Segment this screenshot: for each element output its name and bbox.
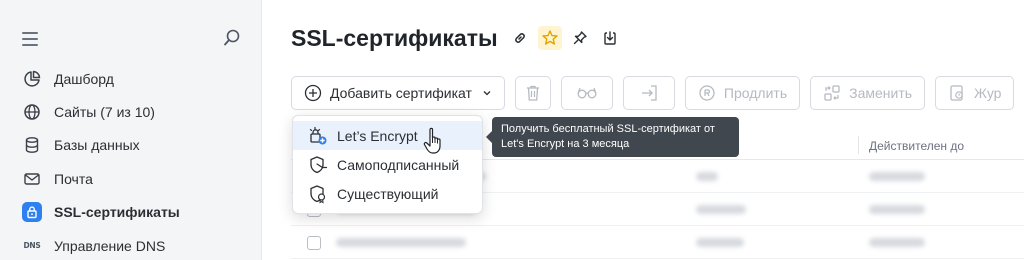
delete-button[interactable] xyxy=(514,76,551,110)
chevron-down-icon xyxy=(482,88,492,98)
sidebar-item-dns[interactable]: DNS Управление DNS xyxy=(16,229,252,260)
blurred-owner xyxy=(696,238,744,247)
journal-label: Жур xyxy=(974,85,1002,101)
search-icon[interactable] xyxy=(222,28,242,48)
add-certificate-button[interactable]: Добавить сертификат xyxy=(291,76,505,110)
sidebar-item-dashboard[interactable]: Дашборд xyxy=(16,62,252,95)
dns-icon: DNS xyxy=(22,236,42,256)
dashboard-icon xyxy=(22,69,42,89)
menu-item-lets-encrypt[interactable]: Let’s Encrypt xyxy=(293,121,482,150)
blurred-domain xyxy=(336,238,466,247)
add-certificate-label: Добавить сертификат xyxy=(330,85,472,101)
blurred-date xyxy=(869,238,925,247)
menu-item-self-signed[interactable]: Самоподписанный xyxy=(293,150,482,179)
renew-label: Продлить xyxy=(723,85,788,101)
column-separator xyxy=(858,136,859,154)
page-title: SSL-сертификаты xyxy=(291,25,498,51)
row-checkbox[interactable] xyxy=(307,236,321,250)
journal-button[interactable]: Жур xyxy=(935,76,1015,110)
add-certificate-menu: Let’s Encrypt Самоподписанный Существующ… xyxy=(292,115,483,214)
favorite-star-icon[interactable] xyxy=(538,26,562,50)
replace-icon xyxy=(823,84,841,102)
database-icon xyxy=(22,135,42,155)
menu-icon[interactable] xyxy=(22,32,38,46)
hand-pointer-cursor-icon xyxy=(422,126,446,156)
toolbar: Добавить сертификат Продлить Заменить Жу… xyxy=(291,76,1015,110)
sidebar-item-label: SSL-сертификаты xyxy=(54,204,180,221)
sidebar-item-ssl[interactable]: SSL-сертификаты xyxy=(16,196,252,229)
mail-icon xyxy=(22,169,42,189)
sidebar-nav: Дашборд Сайты (7 из 10) Базы данных Почт… xyxy=(16,62,252,260)
title-actions xyxy=(508,26,622,50)
column-header-valid-until[interactable]: Действителен до xyxy=(869,139,964,153)
sidebar-item-mail[interactable]: Почта xyxy=(16,162,252,195)
blurred-owner xyxy=(696,172,718,181)
self-signed-shield-icon xyxy=(308,155,328,175)
sidebar-header xyxy=(22,28,242,50)
menu-item-label: Let’s Encrypt xyxy=(337,127,418,144)
journal-icon xyxy=(948,84,966,102)
pin-icon[interactable] xyxy=(568,26,592,50)
link-icon[interactable] xyxy=(508,26,532,50)
export-arrow-icon xyxy=(639,84,659,102)
glasses-icon xyxy=(576,86,598,100)
export-button[interactable] xyxy=(622,76,675,110)
replace-label: Заменить xyxy=(849,85,913,101)
replace-button[interactable]: Заменить xyxy=(810,76,926,110)
sidebar-item-label: Базы данных xyxy=(54,137,140,154)
lets-encrypt-icon xyxy=(308,126,328,146)
menu-item-existing[interactable]: Существующий xyxy=(293,179,482,208)
existing-certificate-shield-icon xyxy=(308,184,328,204)
renew-clock-icon xyxy=(698,84,716,102)
lock-icon xyxy=(22,202,42,223)
lets-encrypt-tooltip: Получить бесплатный SSL-сертификат от Le… xyxy=(486,117,739,157)
sidebar-item-sites[interactable]: Сайты (7 из 10) xyxy=(16,95,252,128)
table-row[interactable] xyxy=(291,226,1024,259)
renew-button[interactable]: Продлить xyxy=(684,76,801,110)
trash-icon xyxy=(525,84,541,102)
menu-item-label: Самоподписанный xyxy=(337,156,460,173)
blurred-date xyxy=(869,172,925,181)
sidebar: Дашборд Сайты (7 из 10) Базы данных Почт… xyxy=(0,0,262,260)
menu-item-label: Существующий xyxy=(337,185,439,202)
view-button[interactable] xyxy=(560,76,613,110)
globe-icon xyxy=(22,102,42,122)
sidebar-item-databases[interactable]: Базы данных xyxy=(16,129,252,162)
dns-badge: DNS xyxy=(23,241,41,251)
sidebar-item-label: Сайты (7 из 10) xyxy=(54,104,155,121)
plus-circle-icon xyxy=(304,84,322,102)
blurred-owner xyxy=(696,205,746,214)
sidebar-item-label: Дашборд xyxy=(54,70,114,87)
blurred-date xyxy=(869,205,925,214)
sidebar-item-label: Управление DNS xyxy=(54,237,166,254)
sidebar-item-label: Почта xyxy=(54,170,93,187)
download-icon[interactable] xyxy=(598,26,622,50)
